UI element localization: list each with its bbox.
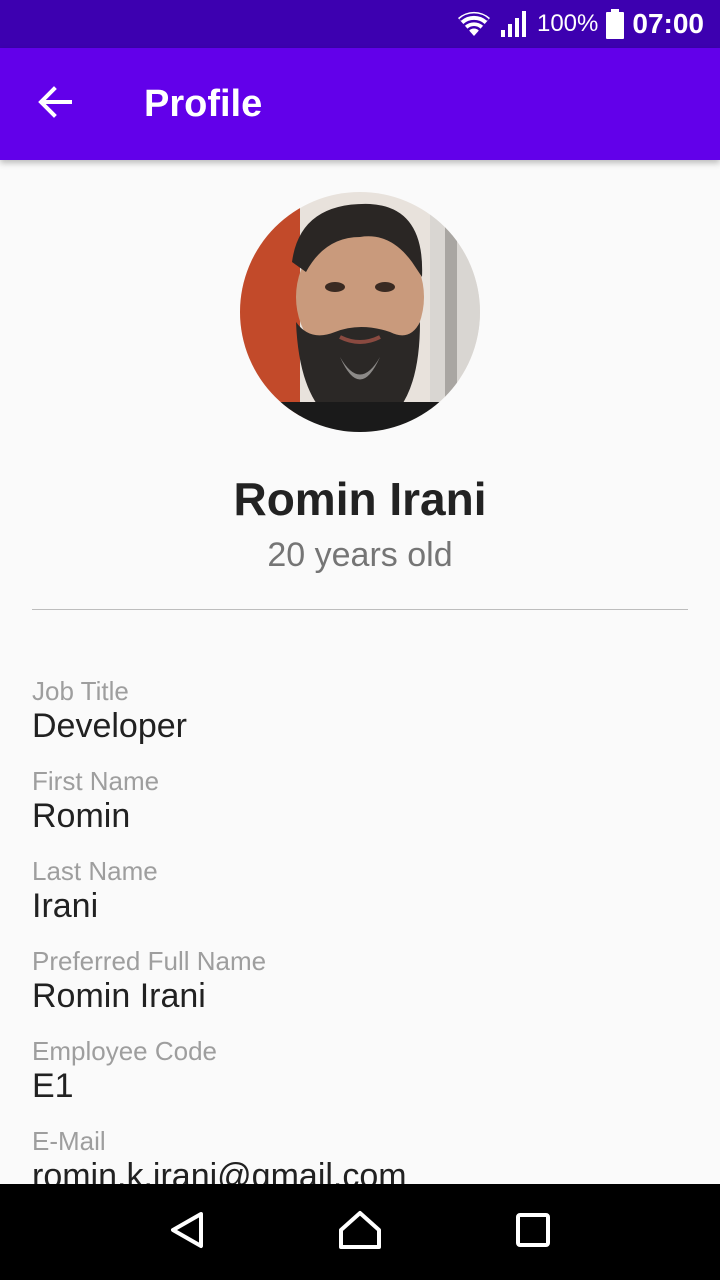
- field-last-name: Last Name Irani: [32, 856, 688, 946]
- home-icon: [338, 1210, 382, 1255]
- nav-home-button[interactable]: [328, 1200, 392, 1264]
- avatar: [240, 192, 480, 432]
- back-triangle-icon: [167, 1210, 207, 1255]
- recents-icon: [515, 1212, 551, 1253]
- field-label: Job Title: [32, 676, 129, 706]
- field-preferred-full-name: Preferred Full Name Romin Irani: [32, 946, 688, 1036]
- signal-icon: [499, 10, 529, 38]
- field-label: Preferred Full Name: [32, 946, 267, 976]
- battery-percentage: 100%: [536, 10, 599, 37]
- arrow-back-icon: [36, 84, 72, 125]
- field-value: Romin Irani: [32, 977, 206, 1015]
- field-job-title: Job Title Developer: [32, 676, 688, 766]
- page-title: Profile: [144, 82, 263, 125]
- profile-name: Romin Irani: [233, 473, 487, 525]
- field-email: E-Mail romin.k.irani@gmail.com: [32, 1126, 688, 1184]
- profile-age: 20 years old: [267, 536, 453, 574]
- field-label: Last Name: [32, 856, 158, 886]
- field-value: Romin: [32, 797, 131, 835]
- field-first-name: First Name Romin: [32, 766, 688, 856]
- battery-icon: [606, 9, 625, 39]
- app-bar: Profile: [0, 48, 720, 160]
- field-value: romin.k.irani@gmail.com: [32, 1157, 407, 1184]
- nav-recents-button[interactable]: [501, 1200, 565, 1264]
- divider: [32, 609, 688, 610]
- field-label: First Name: [32, 766, 160, 796]
- field-value: Developer: [32, 707, 187, 745]
- field-value: E1: [32, 1067, 74, 1105]
- profile-content[interactable]: Romin Irani 20 years old Job Title Devel…: [0, 160, 720, 1184]
- field-employee-code: Employee Code E1: [32, 1036, 688, 1126]
- profile-fields: Job Title Developer First Name Romin Las…: [32, 676, 688, 1184]
- field-label: Employee Code: [32, 1036, 217, 1066]
- field-label: E-Mail: [32, 1126, 106, 1156]
- status-clock: 07:00: [632, 8, 704, 39]
- nav-back-button[interactable]: [155, 1200, 219, 1264]
- back-button[interactable]: [22, 72, 86, 136]
- field-value: Irani: [32, 887, 99, 925]
- system-nav-bar: [0, 1184, 720, 1280]
- status-bar: 100% 07:00: [0, 0, 720, 48]
- wifi-icon: [457, 10, 491, 38]
